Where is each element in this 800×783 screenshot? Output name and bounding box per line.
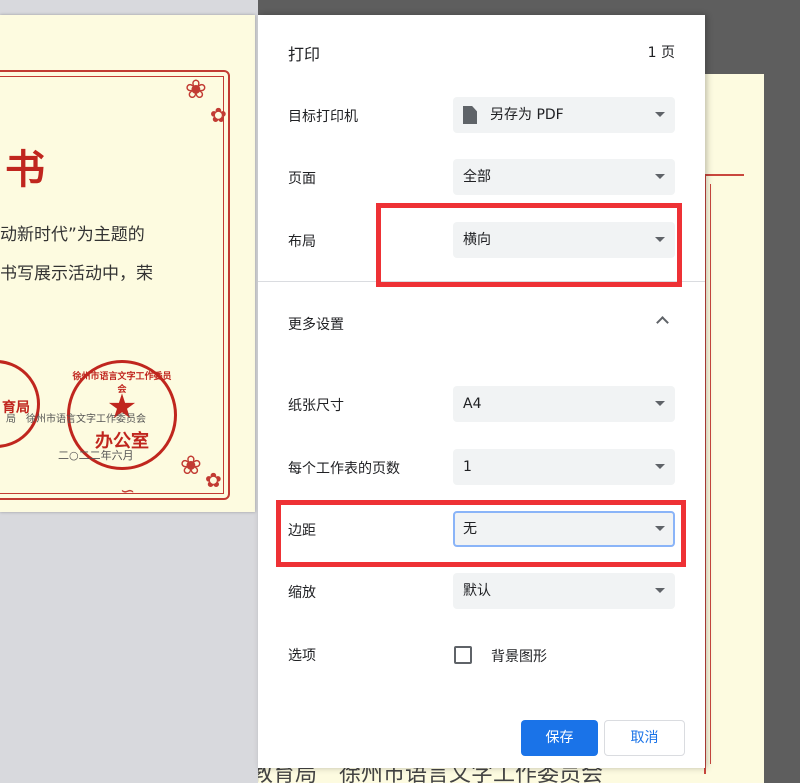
flower-ornament-icon: ✿ (205, 468, 222, 492)
destination-label: 目标打印机 (288, 109, 358, 125)
scale-value: 默认 (463, 583, 491, 599)
dialog-title: 打印 (288, 45, 321, 64)
destination-value: 另存为 PDF (490, 107, 564, 123)
pages-value: 全部 (463, 169, 491, 185)
options-label: 选项 (288, 648, 316, 664)
certificate-text-line: 书写展示活动中，荣 (0, 264, 153, 284)
certificate-title: 书 (5, 146, 45, 193)
file-icon (463, 106, 477, 124)
certificate-issuer: 局 徐州市语言文字工作委员会 (6, 414, 146, 425)
paper-size-value: A4 (463, 396, 482, 412)
cancel-button[interactable]: 取消 (604, 720, 685, 756)
print-dialog: 打印 1 页 目标打印机 另存为 PDF 页面 全部 布局 横向 更多设置 纸张… (258, 15, 705, 768)
layout-select[interactable]: 横向 (453, 222, 675, 258)
dropdown-arrow-icon (655, 526, 665, 531)
certificate-date: 二○二二年六月 (58, 449, 134, 462)
pages-per-sheet-label: 每个工作表的页数 (288, 461, 400, 477)
dropdown-arrow-icon (655, 112, 665, 117)
margins-value: 无 (463, 521, 477, 537)
print-preview-area[interactable]: ❀ ✿ ❀ ✿ ∽ 书 动新时代”为主题的 书写展示活动中，荣 育局 徐州市语言… (0, 0, 258, 783)
margins-select[interactable]: 无 (453, 511, 675, 547)
save-button[interactable]: 保存 (521, 720, 598, 756)
layout-value: 横向 (463, 232, 491, 248)
background-document-page (700, 74, 764, 783)
background-graphics-checkbox[interactable] (454, 646, 472, 664)
background-graphics-label[interactable]: 背景图形 (491, 646, 547, 666)
margins-label: 边距 (288, 523, 316, 539)
dropdown-arrow-icon (655, 237, 665, 242)
pages-select[interactable]: 全部 (453, 159, 675, 195)
page-count: 1 页 (647, 45, 675, 61)
flower-ornament-icon: ❀ (185, 75, 207, 105)
preview-page: ❀ ✿ ❀ ✿ ∽ 书 动新时代”为主题的 书写展示活动中，荣 育局 徐州市语言… (0, 15, 255, 512)
flower-ornament-icon: ❀ (180, 451, 202, 481)
background-border-inner (710, 184, 740, 764)
layout-label: 布局 (288, 234, 316, 250)
paper-size-label: 纸张尺寸 (288, 398, 344, 414)
dropdown-arrow-icon (655, 588, 665, 593)
dropdown-arrow-icon (655, 174, 665, 179)
dropdown-arrow-icon (655, 464, 665, 469)
pages-per-sheet-value: 1 (463, 459, 472, 475)
more-settings-toggle[interactable]: 更多设置 (288, 314, 344, 334)
pages-label: 页面 (288, 171, 316, 187)
chevron-up-icon[interactable] (656, 316, 669, 329)
destination-select[interactable]: 另存为 PDF (453, 97, 675, 133)
certificate-text-line: 动新时代”为主题的 (0, 225, 145, 245)
section-divider (258, 281, 705, 282)
flower-ornament-icon: ✿ (210, 103, 227, 127)
dropdown-arrow-icon (655, 401, 665, 406)
issuer-name: 徐州市语言文字工作委员会 (26, 414, 146, 425)
pages-per-sheet-select[interactable]: 1 (453, 449, 675, 485)
scroll-ornament-icon: ∽ (120, 481, 136, 502)
scale-label: 缩放 (288, 585, 316, 601)
scale-select[interactable]: 默认 (453, 573, 675, 609)
paper-size-select[interactable]: A4 (453, 386, 675, 422)
